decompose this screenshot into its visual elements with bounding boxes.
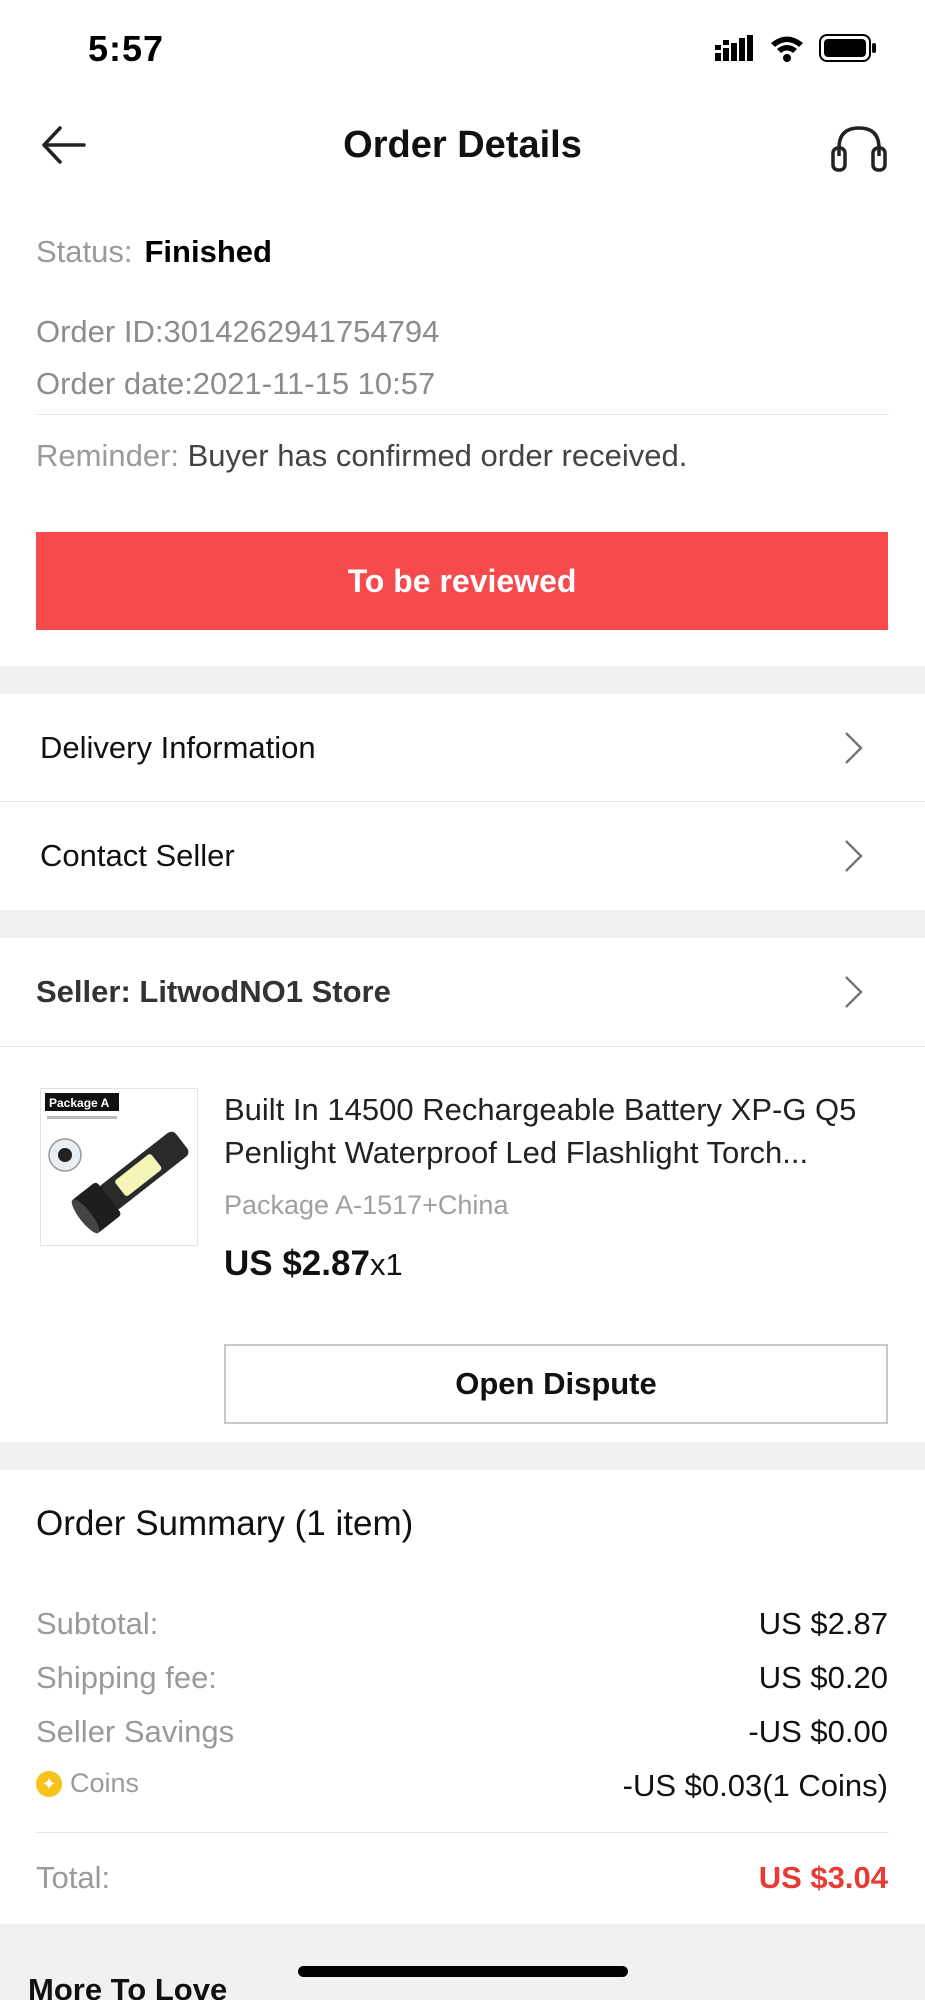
shipping-label: Shipping fee: (36, 1660, 217, 1695)
battery-icon (819, 34, 876, 62)
order-date: Order date:2021-11-15 10:57 (36, 366, 436, 401)
flashlight-image: Package A (41, 1089, 197, 1245)
to-be-reviewed-button[interactable]: To be reviewed (36, 532, 888, 630)
order-reminder: Reminder: Buyer has confirmed order rece… (36, 438, 687, 474)
total-label: Total: (36, 1860, 111, 1895)
total-row: Total: US $3.04 (36, 1860, 888, 1896)
reminder-label: Reminder: (36, 438, 179, 473)
seller-name: Seller: LitwodNO1 Store (36, 974, 391, 1009)
page-title: Order Details (343, 124, 582, 166)
section-gap (0, 910, 925, 938)
wifi-icon (771, 36, 803, 62)
chevron-right-icon (845, 976, 863, 1008)
seller-savings-row: Seller Savings -US $0.00 (36, 1714, 888, 1750)
cellular-signal-icon (715, 35, 753, 61)
divider (36, 1832, 889, 1833)
contact-seller-label: Contact Seller (40, 838, 235, 873)
chevron-right-icon (845, 732, 863, 764)
status-time: 5:57 (88, 28, 165, 69)
more-to-love-title: More To Love (28, 1972, 228, 2000)
delivery-information-label: Delivery Information (40, 730, 316, 765)
coins-label: Coins (70, 1768, 140, 1798)
subtotal-value: US $2.87 (758, 1606, 888, 1641)
coins-row: ✦ Coins -US $0.03(1 Coins) (36, 1768, 888, 1804)
section-gap (0, 1442, 925, 1470)
product-title[interactable]: Built In 14500 Rechargeable Battery XP-G… (224, 1088, 890, 1174)
quantity: x1 (369, 1247, 403, 1282)
chevron-right-icon (845, 840, 863, 872)
product-variant: Package A-1517+China (224, 1190, 509, 1220)
shipping-value: US $0.20 (758, 1660, 888, 1695)
product-thumbnail[interactable]: Package A (40, 1088, 198, 1246)
status-label: Status: (36, 234, 133, 269)
divider (36, 414, 889, 415)
coins-value: -US $0.03(1 Coins) (622, 1768, 888, 1803)
status-value: Finished (144, 234, 272, 269)
delivery-information-row[interactable]: Delivery Information (0, 694, 925, 802)
savings-label: Seller Savings (36, 1714, 235, 1749)
coin-icon: ✦ (36, 1771, 62, 1797)
package-badge: Package A (49, 1096, 110, 1110)
order-summary-title: Order Summary (1 item) (36, 1504, 414, 1543)
order-id: Order ID:3014262941754794 (36, 314, 440, 349)
order-status: Status: Finished (36, 234, 272, 270)
product-title-line1: Built In 14500 Rechargeable Battery XP-G… (224, 1092, 857, 1127)
savings-value: -US $0.00 (748, 1714, 888, 1749)
divider (0, 1046, 925, 1047)
contact-seller-row[interactable]: Contact Seller (0, 802, 925, 910)
reminder-value: Buyer has confirmed order received. (187, 438, 688, 473)
product-title-line2: Penlight Waterproof Led Flashlight Torch… (224, 1135, 809, 1170)
home-indicator[interactable] (298, 1966, 628, 1977)
customer-service-headset-icon[interactable] (829, 120, 889, 176)
seller-row[interactable]: Seller: LitwodNO1 Store (0, 938, 925, 1046)
product-price: US $2.87x1 (224, 1244, 403, 1284)
subtotal-label: Subtotal: (36, 1606, 159, 1641)
subtotal-row: Subtotal: US $2.87 (36, 1606, 888, 1642)
open-dispute-button[interactable]: Open Dispute (224, 1344, 888, 1424)
shipping-row: Shipping fee: US $0.20 (36, 1660, 888, 1696)
section-gap (0, 666, 925, 694)
status-icons (715, 34, 877, 62)
total-value: US $3.04 (758, 1860, 888, 1895)
price-value: US $2.87 (224, 1244, 370, 1283)
